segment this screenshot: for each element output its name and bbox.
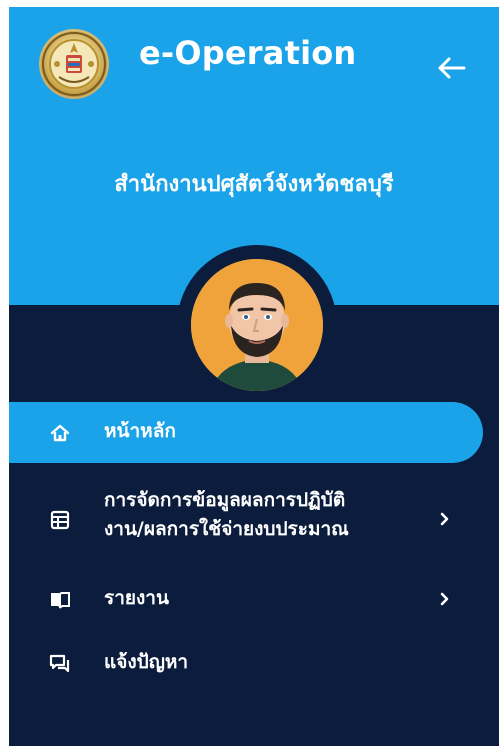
home-icon xyxy=(49,422,71,444)
menu-item-label: การจัดการข้อมูลผลการปฏิบัติ งาน/ผลการใช้… xyxy=(104,489,349,541)
app-title: e-Operation xyxy=(139,34,357,72)
organization-name: สำนักงานปศุสัตว์จังหวัดชลบุรี xyxy=(114,172,394,197)
chat-icon xyxy=(49,653,71,675)
chevron-right-icon xyxy=(437,511,453,527)
menu-item-label: รายงาน xyxy=(104,587,169,609)
chevron-right-icon xyxy=(437,591,453,607)
menu-item-label: หน้าหลัก xyxy=(104,420,176,442)
user-avatar[interactable] xyxy=(191,259,323,391)
sidebar-panel: e-Operation สำนักงานปศุสัตว์จังหวัดชลบุร… xyxy=(9,7,499,746)
back-button[interactable] xyxy=(434,53,468,83)
arrow-left-icon xyxy=(438,57,466,79)
menu-item-home[interactable]: หน้าหลัก xyxy=(9,402,483,463)
book-icon xyxy=(49,589,71,611)
menu-item-report-problem[interactable]: แจ้งปัญหา xyxy=(9,640,483,688)
avatar-frame xyxy=(177,245,337,405)
table-icon xyxy=(49,509,71,531)
menu-item-reports[interactable]: รายงาน xyxy=(9,576,483,624)
menu-item-label: แจ้งปัญหา xyxy=(104,651,189,673)
menu-item-data-management[interactable]: การจัดการข้อมูลผลการปฏิบัติ งาน/ผลการใช้… xyxy=(9,480,483,560)
organization-logo xyxy=(39,29,109,99)
